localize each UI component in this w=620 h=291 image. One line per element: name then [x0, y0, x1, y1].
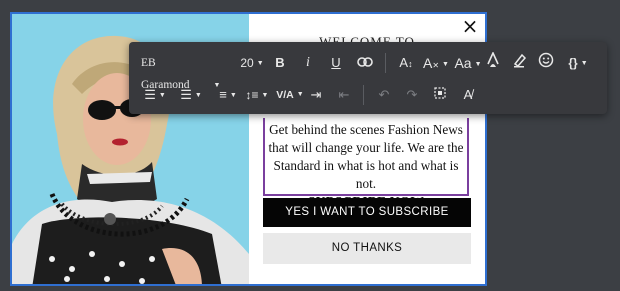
vertical-align-select[interactable]: V/A ▼	[275, 84, 305, 106]
font-case-select[interactable]: Aa ▼	[453, 52, 483, 74]
text-format-toolbar: EB Garamond ▼ 20 ▼ B i U A↕ A✕ ▼ Aa ▼ {}…	[129, 42, 607, 114]
chevron-down-icon: ▼	[158, 91, 166, 99]
font-family-select[interactable]: EB Garamond ▼	[141, 52, 233, 91]
font-color-icon[interactable]	[485, 51, 501, 74]
remove-format-icon[interactable]: A̸	[459, 84, 477, 106]
close-button[interactable]: ×	[461, 16, 479, 36]
select-all-icon[interactable]	[431, 84, 449, 106]
toolbar-divider	[363, 85, 364, 105]
align-icon[interactable]: ≡ ▼	[213, 84, 243, 106]
chevron-down-icon: ▼	[261, 91, 269, 99]
text-size-icon[interactable]: A↕	[397, 52, 415, 74]
editable-text-block[interactable]: Get behind the scenes Fashion News that …	[263, 118, 469, 209]
body-text[interactable]: Get behind the scenes Fashion News that …	[265, 118, 467, 193]
toolbar-row-2: ☰ ▼ ☰ ▼ ≡ ▼ ↕≡ ▼ V/A ▼ ⇥ ⇤ ↶ ↷ A̸	[129, 80, 607, 110]
variables-label: {}	[568, 56, 578, 70]
chevron-down-icon: ▼	[474, 60, 482, 68]
subscribe-button[interactable]: YES I WANT TO SUBSCRIBE	[263, 198, 471, 227]
chevron-down-icon: ▼	[256, 59, 264, 67]
underline-button[interactable]: U	[327, 52, 345, 74]
toolbar-row-1: EB Garamond ▼ 20 ▼ B i U A↕ A✕ ▼ Aa ▼ {}…	[129, 48, 607, 91]
font-size-select[interactable]: 20 ▼	[237, 52, 267, 74]
vertical-align-label: V/A	[276, 89, 294, 101]
font-case-label: Aa	[454, 55, 472, 71]
chevron-down-icon: ▼	[442, 60, 449, 68]
indent-icon[interactable]: ⇥	[307, 84, 325, 106]
chevron-down-icon: ▼	[194, 91, 202, 99]
outdent-icon[interactable]: ⇤	[335, 84, 353, 106]
unordered-list-icon[interactable]: ☰ ▼	[177, 84, 205, 106]
chevron-down-icon: ▼	[580, 59, 588, 67]
chevron-down-icon: ▼	[296, 91, 304, 99]
highlight-icon[interactable]	[511, 52, 529, 74]
text-size-label: A	[399, 55, 409, 70]
bold-button[interactable]: B	[271, 52, 289, 74]
variables-select[interactable]: {} ▼	[563, 52, 593, 74]
chevron-down-icon: ▼	[229, 91, 237, 99]
undo-icon[interactable]: ↶	[375, 84, 393, 106]
line-height-icon[interactable]: ↕≡ ▼	[243, 84, 271, 106]
ordered-list-icon[interactable]: ☰ ▼	[141, 84, 169, 106]
link-icon[interactable]	[355, 52, 375, 74]
redo-icon[interactable]: ↷	[403, 84, 421, 106]
no-thanks-button[interactable]: NO THANKS	[263, 233, 471, 264]
emoji-icon[interactable]	[537, 52, 555, 74]
toolbar-divider	[385, 53, 386, 73]
italic-button[interactable]: i	[299, 52, 317, 74]
clear-format-icon[interactable]: A✕ ▼	[423, 52, 449, 74]
font-size-value: 20	[240, 56, 254, 70]
